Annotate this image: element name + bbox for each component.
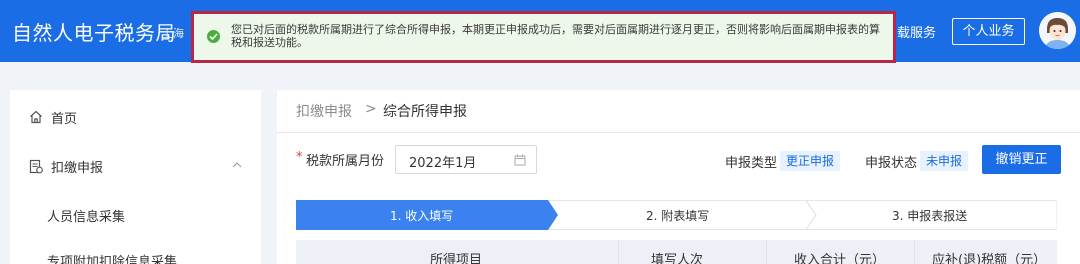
toast-message: 您已对后面的税款所属期进行了综合所得申报，本期更正申报成功后，需要对后面属期进行… <box>231 23 880 49</box>
sidebar-item-label: 专项附加扣除信息采集 <box>47 255 178 264</box>
period-label: 税款所属月份 <box>306 154 385 169</box>
sidebar: 首页 扣缴申报 人员信息采集 专项附加扣除信息采集 <box>10 90 261 264</box>
sidebar-item-label: 扣缴申报 <box>51 161 104 176</box>
app-title: 自然人电子税务局 <box>12 21 176 45</box>
column-header-count: 填写人次 <box>651 253 704 264</box>
declare-status-label: 申报状态 <box>865 156 918 171</box>
document-icon <box>29 159 43 174</box>
progress-steps: 1. 收入填写 2. 附表填写 3. 申报表报送 <box>296 200 1057 230</box>
success-check-icon <box>207 30 220 43</box>
sidebar-item-home[interactable]: 首页 <box>10 102 261 132</box>
column-divider <box>618 240 619 264</box>
declare-type-label: 申报类型 <box>725 156 778 171</box>
avatar[interactable] <box>1039 12 1076 49</box>
step-1[interactable]: 1. 收入填写 <box>390 207 453 224</box>
divider <box>277 132 1080 133</box>
region-selector[interactable]: 上海 <box>162 25 184 41</box>
column-header-income-item: 所得项目 <box>430 253 483 264</box>
step-2[interactable]: 2. 附表填写 <box>646 207 709 224</box>
sidebar-item-personnel-info[interactable]: 人员信息采集 <box>10 200 261 230</box>
required-mark: * <box>296 150 303 165</box>
period-value: 2022年1月 <box>409 156 477 171</box>
sidebar-item-label: 首页 <box>51 112 78 127</box>
sidebar-item-withholding[interactable]: 扣缴申报 <box>10 151 261 181</box>
column-divider <box>914 240 915 264</box>
home-icon <box>30 110 42 124</box>
sidebar-item-special-deduction[interactable]: 专项附加扣除信息采集 <box>10 245 261 264</box>
main-panel: 扣缴申报 > 综合所得申报 * 税款所属月份 2022年1月 申报类型 更正申报… <box>277 90 1080 264</box>
sidebar-item-label: 人员信息采集 <box>47 210 126 225</box>
download-service-link[interactable]: 载服务 <box>897 22 936 41</box>
chevron-up-icon[interactable] <box>232 162 242 168</box>
calendar-icon <box>514 154 526 166</box>
table-header: 所得项目 填写人次 收入合计（元） 应补(退)税额（元） <box>296 240 1057 264</box>
personal-business-button[interactable]: 个人业务 <box>952 18 1025 45</box>
success-toast: 您已对后面的税款所属期进行了综合所得申报，本期更正申报成功后，需要对后面属期进行… <box>191 11 896 63</box>
user-avatar-icon <box>1039 12 1076 49</box>
column-header-tax-due: 应补(退)税额（元） <box>932 253 1047 264</box>
period-date-picker[interactable]: 2022年1月 <box>395 145 537 174</box>
column-header-income-total: 收入合计（元） <box>794 253 886 264</box>
breadcrumb-current: 综合所得申报 <box>383 104 467 120</box>
breadcrumb-separator: > <box>365 101 377 117</box>
declare-status-tag: 未申报 <box>920 151 969 171</box>
declare-type-tag: 更正申报 <box>780 151 841 171</box>
breadcrumb-parent[interactable]: 扣缴申报 <box>296 101 352 121</box>
revoke-correction-button[interactable]: 撤销更正 <box>982 145 1061 174</box>
step-3[interactable]: 3. 申报表报送 <box>892 207 967 224</box>
column-divider <box>766 240 767 264</box>
